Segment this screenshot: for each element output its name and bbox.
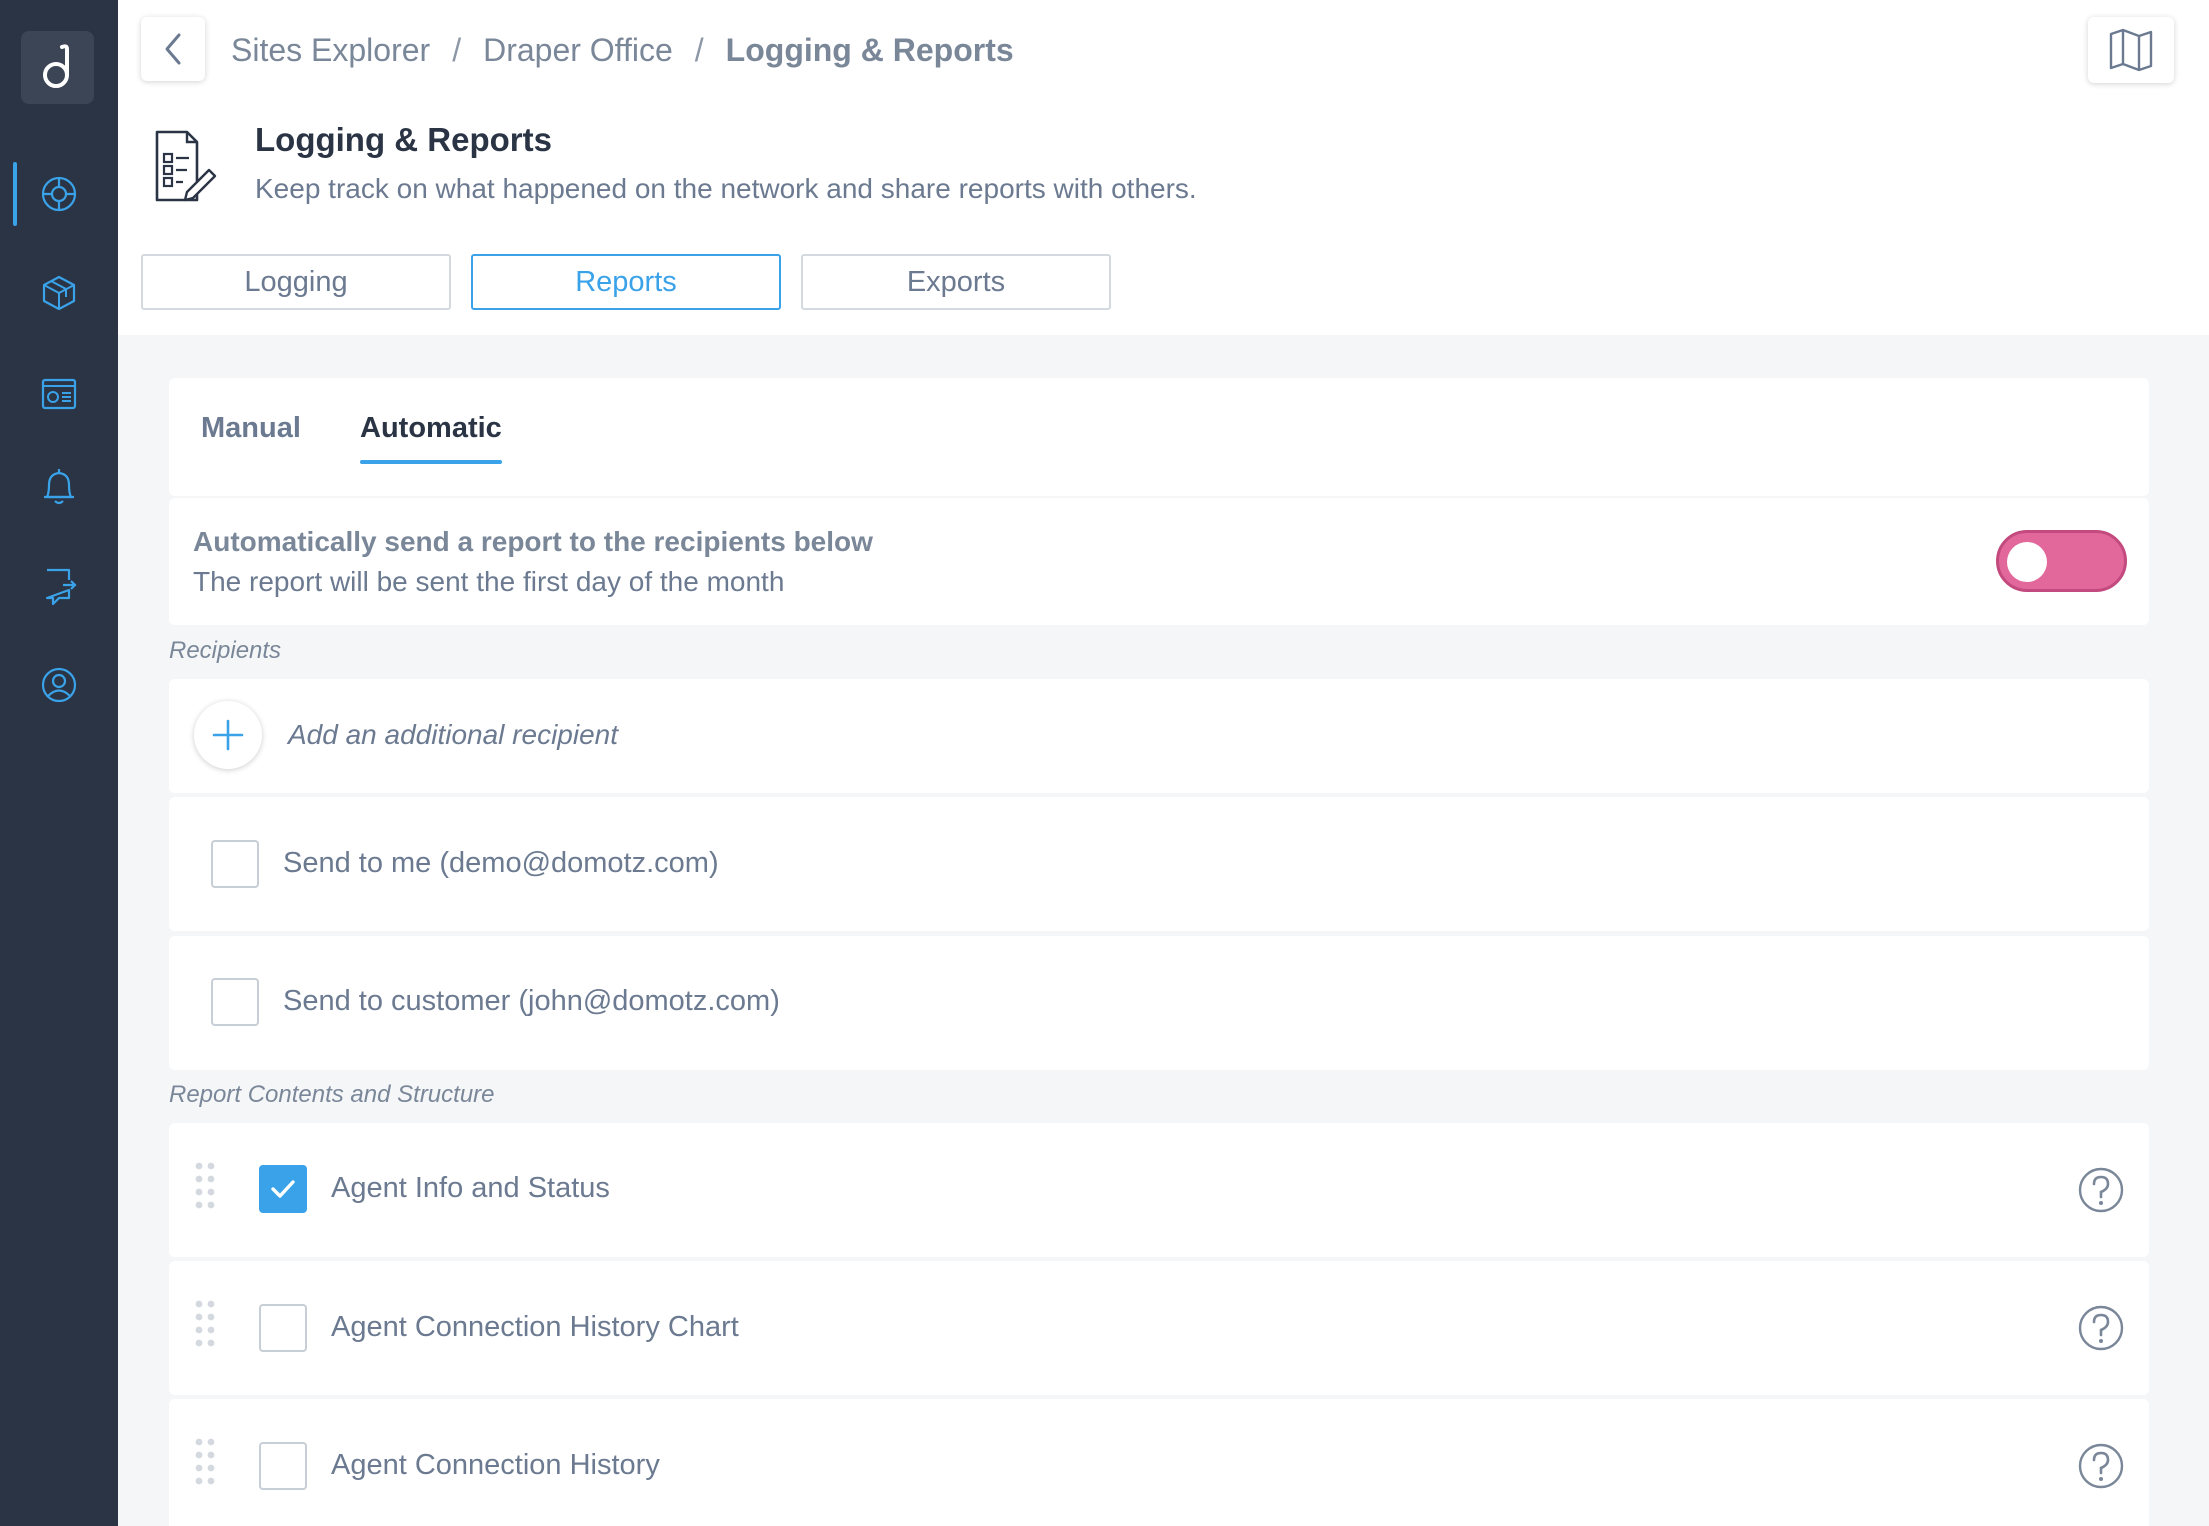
- breadcrumb: Sites Explorer / Draper Office / Logging…: [231, 28, 1014, 72]
- help-icon[interactable]: [2077, 1166, 2125, 1214]
- sidebar-item-account[interactable]: [0, 653, 118, 717]
- send-to-customer-checkbox[interactable]: [211, 978, 259, 1026]
- breadcrumb-draper-office[interactable]: Draper Office: [483, 32, 673, 69]
- agent-info-label: Agent Info and Status: [331, 1172, 610, 1204]
- agent-connection-chart-label: Agent Connection History Chart: [331, 1311, 739, 1343]
- back-button[interactable]: [141, 17, 205, 81]
- tab-manual[interactable]: Manual: [201, 412, 301, 445]
- agent-connection-chart-checkbox[interactable]: [259, 1304, 307, 1352]
- user-circle-icon: [41, 667, 77, 703]
- recipient-row: Send to customer (john@domotz.com): [169, 936, 2149, 1070]
- report-content-row: Agent Info and Status: [169, 1123, 2149, 1257]
- sidebar-item-devices[interactable]: [0, 261, 118, 325]
- app-root: Sites Explorer / Draper Office / Logging…: [0, 0, 2209, 1526]
- send-to-me-checkbox[interactable]: [211, 840, 259, 888]
- drag-handle-icon[interactable]: [193, 1161, 217, 1211]
- domotz-logo[interactable]: [21, 31, 94, 104]
- agent-connection-history-checkbox[interactable]: [259, 1442, 307, 1490]
- breadcrumb-sites-explorer[interactable]: Sites Explorer: [231, 32, 430, 69]
- breadcrumb-separator: /: [694, 31, 704, 68]
- auto-send-card: Automatically send a report to the recip…: [169, 498, 2149, 625]
- report-contents-section-label: Report Contents and Structure: [169, 1081, 495, 1108]
- sidebar: [0, 0, 118, 1526]
- add-recipient-card: Add an additional recipient: [169, 679, 2149, 793]
- sidebar-item-integrations[interactable]: [0, 554, 118, 618]
- auto-send-title: Automatically send a report to the recip…: [193, 526, 873, 557]
- tab-exports[interactable]: Exports: [801, 254, 1111, 310]
- send-to-me-label[interactable]: Send to me (demo@domotz.com): [283, 847, 719, 880]
- report-document-icon: [155, 130, 217, 202]
- breadcrumb-current: Logging & Reports: [725, 31, 1014, 68]
- report-content-row: Agent Connection History: [169, 1399, 2149, 1526]
- page-subtitle: Keep track on what happened on the netwo…: [255, 173, 1197, 204]
- add-recipient-label[interactable]: Add an additional recipient: [288, 719, 618, 751]
- agent-connection-history-label: Agent Connection History: [331, 1449, 660, 1481]
- tab-reports[interactable]: Reports: [471, 254, 781, 310]
- sidebar-item-alerts[interactable]: [0, 455, 118, 519]
- toggle-knob: [2007, 542, 2047, 582]
- sidebar-item-dashboard[interactable]: [0, 362, 118, 426]
- report-content-row: Agent Connection History Chart: [169, 1261, 2149, 1395]
- integrations-icon: [45, 568, 77, 606]
- page-header: Sites Explorer / Draper Office / Logging…: [118, 0, 2209, 335]
- sidebar-item-sites[interactable]: [0, 162, 118, 226]
- send-to-customer-label[interactable]: Send to customer (john@domotz.com): [283, 985, 780, 1018]
- chevron-left-icon: [165, 33, 181, 65]
- tab-logging[interactable]: Logging: [141, 254, 451, 310]
- drag-handle-icon[interactable]: [193, 1299, 217, 1349]
- tab-automatic[interactable]: Automatic: [360, 412, 502, 464]
- help-icon[interactable]: [2077, 1304, 2125, 1352]
- documentation-button[interactable]: [2088, 17, 2174, 83]
- globe-icon: [41, 176, 77, 212]
- report-mode-tabs: Manual Automatic: [169, 378, 2149, 496]
- agent-info-checkbox[interactable]: [259, 1165, 307, 1213]
- breadcrumb-separator: /: [452, 31, 462, 68]
- recipients-section-label: Recipients: [169, 637, 282, 664]
- bell-icon: [44, 469, 74, 505]
- help-icon[interactable]: [2077, 1442, 2125, 1490]
- cube-icon: [42, 275, 76, 311]
- auto-send-subtitle: The report will be sent the first day of…: [193, 566, 785, 597]
- recipient-row: Send to me (demo@domotz.com): [169, 797, 2149, 931]
- checkmark-icon: [271, 1180, 295, 1198]
- drag-handle-icon[interactable]: [193, 1437, 217, 1487]
- add-recipient-button[interactable]: [194, 701, 262, 769]
- page-title: Logging & Reports: [255, 121, 552, 158]
- plus-icon: [212, 719, 244, 751]
- dashboard-window-icon: [41, 378, 77, 410]
- logo-d-icon: [42, 43, 69, 88]
- auto-send-toggle[interactable]: [1996, 530, 2127, 592]
- book-icon: [2109, 28, 2153, 72]
